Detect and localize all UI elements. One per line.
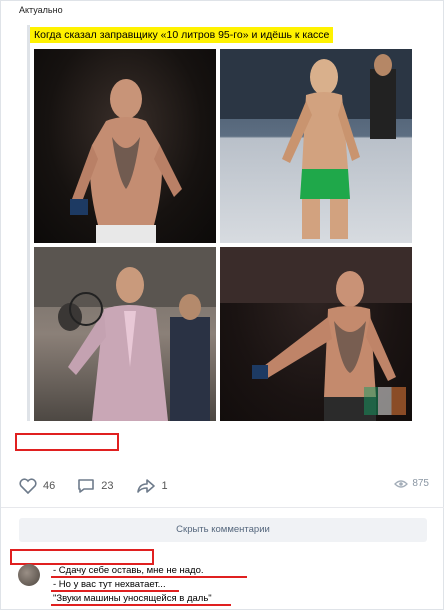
photo-collage[interactable]: [34, 49, 412, 421]
like-button[interactable]: 46: [19, 478, 55, 494]
fighter-figure-1: [70, 79, 182, 243]
comment-count: 23: [101, 480, 114, 492]
collage-photo-1[interactable]: [34, 49, 216, 243]
redaction-box: [15, 433, 119, 451]
share-button[interactable]: 1: [136, 478, 168, 494]
comment-line-text: - Сдачу себе оставь, мне не надо.: [53, 565, 204, 576]
group-name[interactable]: Актуально: [19, 5, 63, 15]
post-caption: Когда сказал заправщику «10 литров 95-го…: [30, 27, 334, 43]
comment-line-3: "Звуки машины уносящейся в даль": [51, 592, 231, 606]
views-counter: 875: [394, 478, 429, 489]
comment-text: - Сдачу себе оставь, мне не надо. - Но у…: [51, 564, 247, 606]
share-icon: [136, 479, 155, 493]
redaction-box: [10, 549, 154, 565]
post-card: Актуально Когда сказал заправщику «10 ли…: [0, 0, 444, 610]
fighter-figure-2: [220, 49, 412, 239]
comment-button[interactable]: 23: [77, 478, 114, 494]
like-count: 46: [43, 480, 56, 492]
collage-photo-3[interactable]: [34, 247, 216, 421]
comment-line-text: "Звуки машины уносящейся в даль": [53, 593, 212, 604]
comment-line-1: - Сдачу себе оставь, мне не надо.: [51, 564, 247, 578]
comment-icon: [78, 479, 95, 493]
post-actions: 46 23 1 875: [19, 475, 429, 497]
hide-comments-button[interactable]: Скрыть комментарии: [19, 518, 427, 542]
share-count: 1: [161, 480, 168, 492]
eye-icon: [394, 479, 409, 488]
flag-watermark: [364, 387, 406, 415]
views-count: 875: [412, 478, 429, 489]
divider: [1, 507, 444, 508]
avatar[interactable]: [18, 564, 40, 586]
red-underline: [51, 604, 231, 606]
collage-photo-2[interactable]: [220, 49, 412, 243]
comment-line-2: - Но у вас тут нехватает...: [51, 578, 212, 592]
comment-line-text: - Но у вас тут нехватает...: [53, 579, 166, 590]
heart-icon: [19, 478, 37, 494]
suited-figure: [34, 247, 216, 421]
